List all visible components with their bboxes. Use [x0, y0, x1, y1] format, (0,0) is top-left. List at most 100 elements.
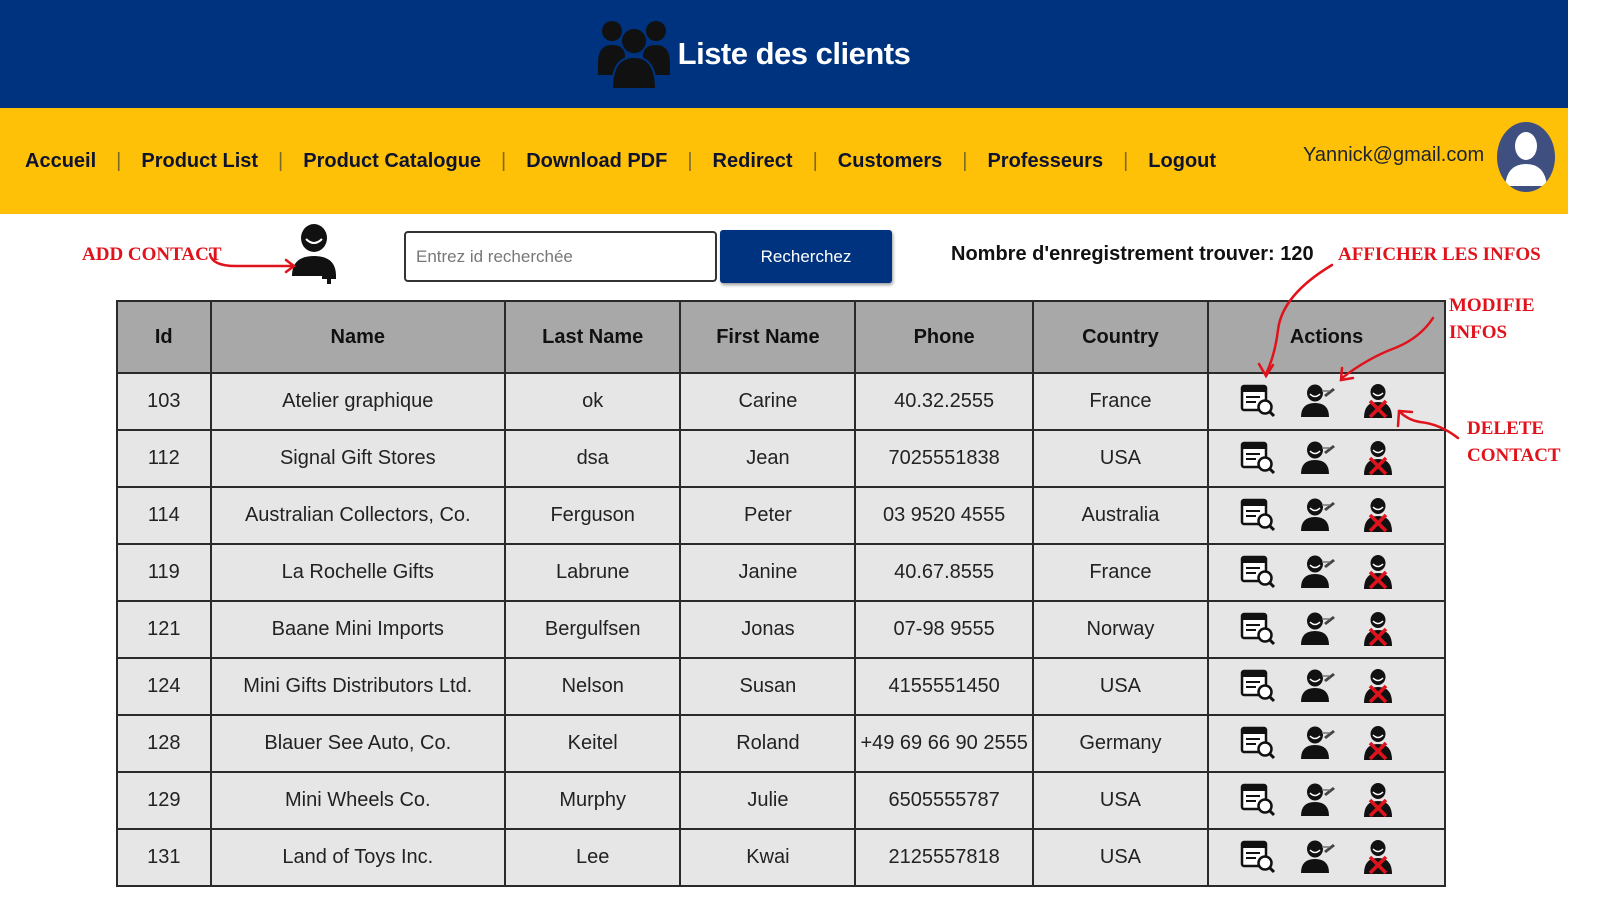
table-row: 121 Baane Mini Imports Bergulfsen Jonas 07-9… — [116, 600, 1446, 659]
cell-phone: +49 69 66 90 2555 — [854, 714, 1034, 773]
cell-last-name: dsa — [504, 429, 682, 488]
page-header: Liste des clients — [0, 0, 1568, 108]
nav-item-logout[interactable]: Logout — [1148, 150, 1216, 173]
cell-id: 112 — [116, 429, 212, 488]
nav-separator: | — [116, 149, 122, 172]
nav-item-professeurs[interactable]: Professeurs — [987, 150, 1103, 173]
view-info-icon[interactable] — [1240, 554, 1275, 592]
view-info-icon[interactable] — [1240, 782, 1275, 820]
edit-user-icon[interactable] — [1300, 383, 1335, 421]
delete-user-icon[interactable] — [1360, 839, 1394, 877]
edit-user-icon[interactable] — [1300, 497, 1335, 535]
nav-bar: Accueil | Product List | Product Catalog… — [0, 108, 1568, 214]
delete-user-icon[interactable] — [1360, 497, 1394, 535]
page-title: Liste des clients — [677, 36, 911, 71]
edit-user-icon[interactable] — [1300, 554, 1335, 592]
cell-last-name: Labrune — [504, 543, 682, 602]
edit-user-icon[interactable] — [1300, 440, 1335, 478]
table-row: 119 La Rochelle Gifts Labrune Janine 40.67.8… — [116, 543, 1446, 602]
add-user-icon — [292, 224, 336, 284]
nav-item-product-catalogue[interactable]: Product Catalogue — [303, 150, 481, 173]
cell-phone: 40.67.8555 — [854, 543, 1034, 602]
cell-name: Atelier graphique — [209, 372, 507, 431]
edit-user-icon[interactable] — [1300, 668, 1335, 706]
delete-user-icon[interactable] — [1360, 440, 1394, 478]
cell-first-name: Peter — [679, 486, 857, 545]
cell-country: France — [1031, 372, 1210, 431]
nav-item-product-list[interactable]: Product List — [141, 150, 258, 173]
edit-user-icon[interactable] — [1300, 839, 1335, 877]
cell-phone: 2125557818 — [854, 828, 1034, 887]
cell-actions — [1207, 372, 1446, 431]
cell-name: Blauer See Auto, Co. — [209, 714, 507, 773]
nav-item-redirect[interactable]: Redirect — [713, 150, 793, 173]
edit-user-icon[interactable] — [1300, 725, 1335, 763]
delete-user-icon[interactable] — [1360, 383, 1394, 421]
clients-table: Id Name Last Name First Name Phone Count… — [116, 300, 1446, 887]
nav-separator: | — [687, 149, 693, 172]
cell-last-name: Ferguson — [504, 486, 682, 545]
delete-user-icon[interactable] — [1360, 782, 1394, 820]
view-info-icon[interactable] — [1240, 497, 1275, 535]
delete-user-icon[interactable] — [1360, 725, 1394, 763]
view-info-icon[interactable] — [1240, 611, 1275, 649]
users-group-icon — [597, 15, 670, 94]
nav-item-accueil[interactable]: Accueil — [25, 150, 96, 173]
cell-name: La Rochelle Gifts — [209, 543, 507, 602]
view-info-icon[interactable] — [1240, 383, 1275, 421]
cell-id: 114 — [116, 486, 212, 545]
cell-id: 131 — [116, 828, 212, 887]
view-info-icon[interactable] — [1240, 725, 1275, 763]
header-id[interactable]: Id — [116, 300, 212, 374]
cell-name: Mini Gifts Distributors Ltd. — [209, 657, 507, 716]
header-phone[interactable]: Phone — [854, 300, 1034, 374]
cell-actions — [1207, 543, 1446, 602]
view-info-icon[interactable] — [1240, 440, 1275, 478]
header-first-name[interactable]: First Name — [679, 300, 857, 374]
cell-country: France — [1031, 543, 1210, 602]
edit-user-icon[interactable] — [1300, 782, 1335, 820]
search-input[interactable] — [404, 231, 717, 282]
cell-id: 128 — [116, 714, 212, 773]
search-button[interactable]: Recherchez — [720, 230, 892, 283]
record-count: Nombre d'enregistrement trouver: 120 — [951, 243, 1314, 265]
add-contact-arrow — [208, 252, 294, 268]
view-info-icon[interactable] — [1240, 668, 1275, 706]
cell-id: 124 — [116, 657, 212, 716]
cell-actions — [1207, 714, 1446, 773]
cell-first-name: Susan — [679, 657, 857, 716]
cell-country: Germany — [1031, 714, 1210, 773]
cell-name: Australian Collectors, Co. — [209, 486, 507, 545]
header-actions: Actions — [1207, 300, 1446, 374]
delete-user-icon[interactable] — [1360, 611, 1394, 649]
delete-user-icon[interactable] — [1360, 554, 1394, 592]
user-silhouette-icon — [1505, 132, 1547, 186]
afficher-annotation: AFFICHER LES INFOS — [1338, 244, 1541, 265]
cell-last-name: Bergulfsen — [504, 600, 682, 659]
delete-user-icon[interactable] — [1360, 668, 1394, 706]
header-name[interactable]: Name — [209, 300, 507, 374]
cell-id: 119 — [116, 543, 212, 602]
cell-phone: 7025551838 — [854, 429, 1034, 488]
cell-name: Land of Toys Inc. — [209, 828, 507, 887]
view-info-icon[interactable] — [1240, 839, 1275, 877]
cell-last-name: Keitel — [504, 714, 682, 773]
edit-user-icon[interactable] — [1300, 611, 1335, 649]
nav-item-customers[interactable]: Customers — [838, 150, 942, 173]
header-country[interactable]: Country — [1031, 300, 1210, 374]
cell-name: Baane Mini Imports — [209, 600, 507, 659]
cell-actions — [1207, 429, 1446, 488]
cell-phone: 6505555787 — [854, 771, 1034, 830]
cell-actions — [1207, 828, 1446, 887]
nav-separator: | — [1123, 149, 1129, 172]
add-contact-annotation: ADD CONTACT — [82, 244, 222, 265]
nav-separator: | — [812, 149, 818, 172]
add-contact-button[interactable] — [286, 222, 342, 293]
nav-item-download-pdf[interactable]: Download PDF — [526, 150, 667, 173]
avatar[interactable] — [1497, 122, 1555, 192]
nav-separator: | — [962, 149, 968, 172]
cell-phone: 40.32.2555 — [854, 372, 1034, 431]
cell-first-name: Jean — [679, 429, 857, 488]
header-last-name[interactable]: Last Name — [504, 300, 682, 374]
cell-name: Signal Gift Stores — [209, 429, 507, 488]
